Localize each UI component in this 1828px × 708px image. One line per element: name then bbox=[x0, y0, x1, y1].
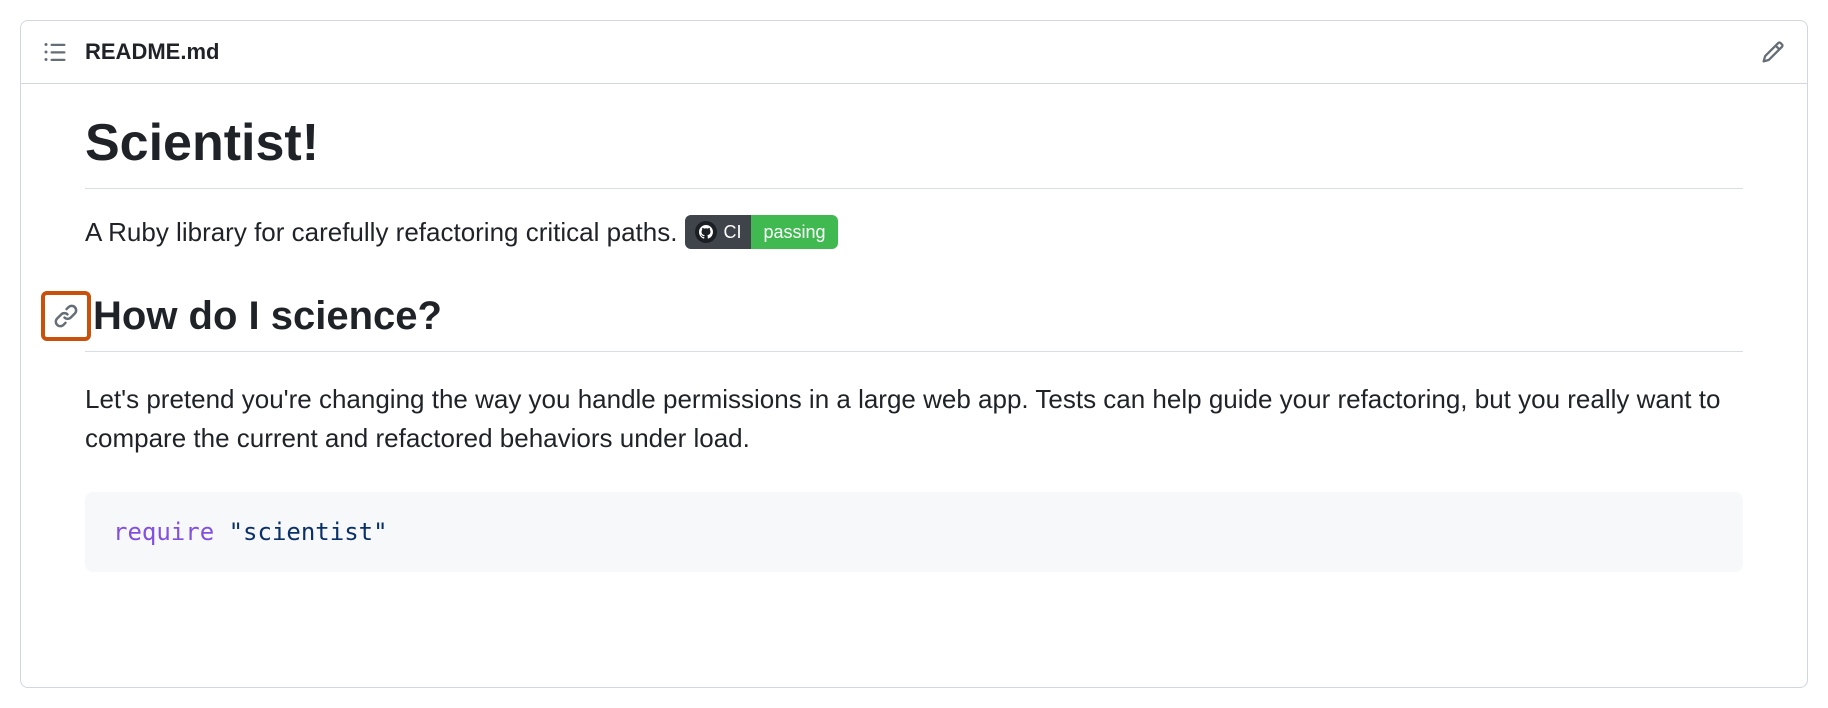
divider bbox=[85, 188, 1743, 189]
edit-button[interactable] bbox=[1761, 40, 1785, 64]
divider bbox=[85, 351, 1743, 352]
ci-badge[interactable]: CI passing bbox=[685, 215, 837, 249]
readme-title: Scientist! bbox=[85, 112, 1743, 174]
github-icon bbox=[695, 221, 717, 243]
code-keyword: require bbox=[113, 518, 214, 546]
description-row: A Ruby library for carefully refactoring… bbox=[85, 215, 1743, 249]
readme-header: README.md bbox=[21, 21, 1807, 84]
heading-anchor[interactable] bbox=[41, 291, 91, 341]
heading-row: How do I science? bbox=[85, 291, 1743, 341]
pencil-icon bbox=[1761, 40, 1785, 64]
code-string: "scientist" bbox=[229, 518, 388, 546]
readme-description: A Ruby library for carefully refactoring… bbox=[85, 217, 677, 248]
toc-button[interactable] bbox=[43, 40, 67, 64]
code-block: require "scientist" bbox=[85, 492, 1743, 572]
filename[interactable]: README.md bbox=[85, 39, 219, 65]
ci-badge-value: passing bbox=[751, 215, 837, 249]
readme-paragraph: Let's pretend you're changing the way yo… bbox=[85, 380, 1743, 458]
readme-box: README.md Scientist! A Ruby library for … bbox=[20, 20, 1808, 688]
ci-badge-left: CI bbox=[685, 215, 751, 249]
readme-subtitle: How do I science? bbox=[93, 292, 442, 340]
readme-content: Scientist! A Ruby library for carefully … bbox=[21, 84, 1807, 687]
link-icon bbox=[53, 303, 79, 329]
ci-badge-label: CI bbox=[723, 222, 741, 243]
list-unordered-icon bbox=[43, 40, 67, 64]
header-left: README.md bbox=[43, 39, 219, 65]
